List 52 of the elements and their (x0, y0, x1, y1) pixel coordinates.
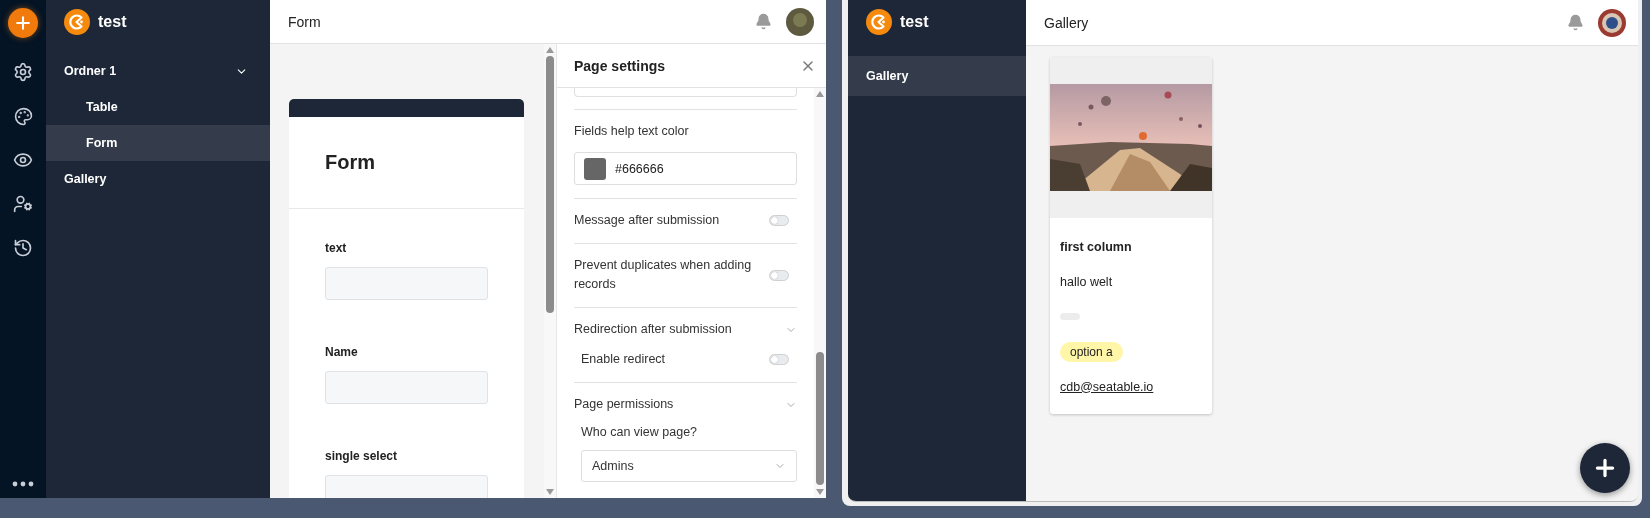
toggle-switch[interactable] (769, 215, 789, 226)
setting-label: Who can view page? (580, 425, 699, 439)
select-field[interactable]: Admins (581, 450, 797, 482)
avatar[interactable] (1598, 8, 1626, 37)
input-field[interactable] (325, 267, 488, 300)
nav-item[interactable]: Gallery (46, 161, 270, 197)
bell-icon[interactable] (1567, 14, 1584, 31)
logo-icon (64, 9, 90, 35)
page-title: Gallery (1044, 14, 1090, 31)
scroll-thumb[interactable] (816, 352, 824, 485)
field-label: single select (325, 449, 399, 463)
scroll-down-icon[interactable] (816, 489, 824, 495)
scroll-up-icon[interactable] (816, 91, 824, 97)
nav-item[interactable]: Ordner 1 (46, 53, 270, 89)
option-tag: option a (1060, 341, 1123, 362)
field-label: Name (325, 345, 359, 359)
field-value: hallo welt (1060, 274, 1113, 289)
setting-label: Message after submission (574, 212, 720, 229)
logo-icon (866, 9, 892, 35)
color-swatch[interactable] (584, 157, 606, 180)
more-icon[interactable] (12, 480, 34, 488)
nav-item[interactable]: Form (46, 125, 270, 161)
setting-label: Prevent duplicates when adding records (574, 257, 753, 293)
bell-icon[interactable] (755, 13, 772, 30)
section-header[interactable]: Page permissions (574, 395, 797, 414)
plus-icon (13, 13, 33, 33)
section-header[interactable]: Redirection after submission (574, 320, 797, 339)
app-name: test (98, 13, 127, 31)
setting-label: Fields help text color (574, 123, 690, 140)
scrollbar[interactable] (814, 88, 826, 498)
scrollbar[interactable] (544, 44, 556, 498)
email-link[interactable]: cdb@seatable.io (1060, 379, 1154, 394)
color-field[interactable]: #666666 (574, 152, 797, 185)
setting-label: Enable redirect (581, 351, 666, 368)
add-button[interactable] (8, 8, 38, 38)
avatar[interactable] (786, 7, 814, 36)
nav-item[interactable]: Gallery (848, 56, 1026, 96)
page-title: Form (288, 13, 322, 30)
scroll-down-icon[interactable] (546, 489, 554, 495)
form-title: Form (325, 151, 375, 174)
nav-item[interactable]: Table (46, 89, 270, 125)
card-title: first column (1060, 239, 1133, 256)
scroll-up-icon[interactable] (546, 47, 554, 53)
scroll-thumb[interactable] (546, 56, 554, 313)
input-field[interactable] (574, 88, 797, 97)
input-field[interactable] (325, 371, 488, 404)
toggle-switch[interactable] (769, 354, 789, 365)
toggle-switch[interactable] (769, 269, 789, 281)
field-label: text (325, 241, 348, 255)
gallery-card[interactable]: first column hallo welt option a cdb@seatable.io (1050, 57, 1212, 414)
panel-title: Page settings (574, 57, 666, 74)
app-name: test (900, 13, 929, 31)
